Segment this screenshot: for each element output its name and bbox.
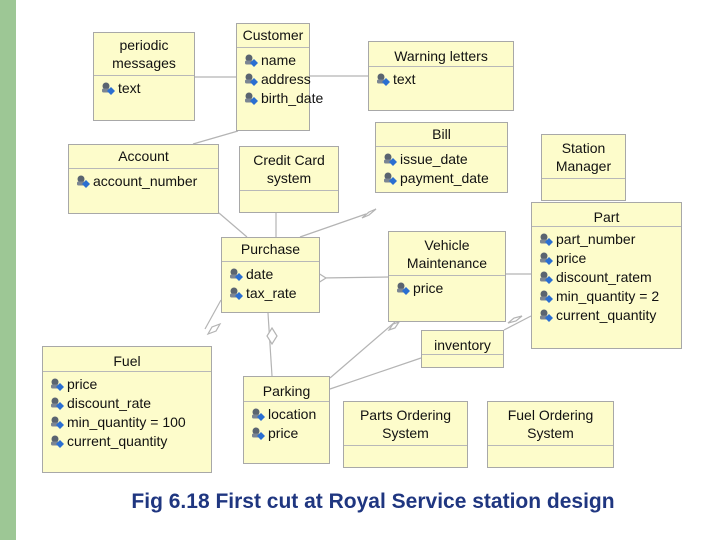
class-station-manager[interactable]: Station Manager (541, 134, 626, 201)
class-vehicle-maintenance[interactable]: Vehicle Maintenance price (388, 231, 506, 322)
attribute-key-icon (245, 73, 258, 86)
attribute-key-icon (245, 54, 258, 67)
attribute: price (395, 278, 505, 297)
attribute: text (100, 78, 194, 97)
attribute: issue_date (382, 149, 507, 168)
attribute: min_quantity = 2 (538, 286, 681, 305)
class-fuel-ordering-system[interactable]: Fuel Ordering System (487, 401, 614, 468)
attribute-key-icon (245, 92, 258, 105)
attribute-key-icon (51, 378, 64, 391)
class-account[interactable]: Account account_number (68, 144, 219, 214)
attribute-list: issue_date payment_date (376, 147, 507, 187)
aggregation-diamond-parking (266, 326, 278, 346)
class-customer[interactable]: Customer name address birth_date (236, 23, 323, 131)
class-name: periodic messages (94, 33, 194, 76)
attribute-list: name address birth_date (237, 48, 323, 107)
class-name: Account (69, 145, 218, 169)
attribute-key-icon (540, 252, 553, 265)
attribute-list: account_number (69, 169, 218, 190)
class-name: Parts Ordering System (344, 402, 467, 446)
class-name: Parking (244, 377, 329, 402)
attribute: price (250, 423, 329, 442)
class-warning-letters[interactable]: Warning letters text (368, 41, 514, 111)
attribute-key-icon (102, 82, 115, 95)
attribute-list: text (94, 76, 194, 97)
aggregation-diamond-bill (361, 208, 377, 219)
assoc-purchase-bill (299, 213, 367, 238)
class-name: Station Manager (542, 135, 625, 179)
class-periodic-messages[interactable]: periodic messages text (93, 32, 195, 121)
attribute: price (538, 248, 681, 267)
attribute-list: text (369, 67, 513, 88)
attribute-key-icon (51, 435, 64, 448)
class-part[interactable]: Part part_number price discount_ratem mi… (531, 202, 682, 349)
attribute-list: part_number price discount_ratem min_qua… (532, 227, 681, 324)
attribute: birth_date (243, 88, 323, 107)
class-name: Fuel Ordering System (488, 402, 613, 446)
attribute: current_quantity (49, 431, 211, 450)
attribute-key-icon (540, 271, 553, 284)
class-parking[interactable]: Parking location price (243, 376, 330, 464)
class-fuel[interactable]: Fuel price discount_rate min_quantity = … (42, 346, 212, 473)
assoc-inventory-parking (329, 357, 422, 390)
assoc-account-purchase (218, 212, 248, 238)
aggregation-diamond-fuel (206, 322, 222, 336)
attribute-list: date tax_rate (222, 262, 319, 302)
class-parts-ordering-system[interactable]: Parts Ordering System (343, 401, 468, 468)
class-name: Purchase (222, 238, 319, 262)
attribute-key-icon (51, 416, 64, 429)
attribute-key-icon (384, 153, 397, 166)
class-name: Customer (237, 24, 309, 48)
attribute-key-icon (252, 427, 265, 440)
attribute: location (250, 404, 329, 423)
attribute-key-icon (77, 175, 90, 188)
attribute-key-icon (384, 172, 397, 185)
class-name: Warning letters (369, 42, 513, 67)
attribute-key-icon (51, 397, 64, 410)
class-name: Bill (376, 123, 507, 147)
attribute-key-icon (252, 408, 265, 421)
attribute-list: location price (244, 402, 329, 442)
attribute-list: price (389, 276, 505, 297)
class-credit-card-system[interactable]: Credit Card system (239, 146, 339, 213)
class-name: Credit Card system (240, 147, 338, 191)
attribute-key-icon (397, 282, 410, 295)
class-purchase[interactable]: Purchase date tax_rate (221, 237, 320, 313)
attribute: discount_rate (49, 393, 211, 412)
class-bill[interactable]: Bill issue_date payment_date (375, 122, 508, 193)
figure-caption: Fig 6.18 First cut at Royal Service stat… (131, 490, 615, 513)
attribute: name (243, 50, 309, 69)
assoc-customer-bill (192, 130, 239, 145)
attribute: account_number (75, 171, 218, 190)
class-name: inventory (422, 331, 503, 355)
attribute: tax_rate (228, 283, 319, 302)
attribute-key-icon (540, 290, 553, 303)
attribute-key-icon (230, 268, 243, 281)
attribute: part_number (538, 229, 681, 248)
attribute: price (49, 374, 211, 393)
attribute-key-icon (540, 233, 553, 246)
class-name: Fuel (43, 347, 211, 372)
attribute-list: price discount_rate min_quantity = 100 c… (43, 372, 211, 450)
attribute: address (243, 69, 311, 88)
class-name: Vehicle Maintenance (389, 232, 505, 276)
class-name: Part (532, 203, 681, 227)
attribute: discount_ratem (538, 267, 681, 286)
attribute-key-icon (230, 287, 243, 300)
attribute: min_quantity = 100 (49, 412, 211, 431)
attribute-key-icon (377, 73, 390, 86)
attribute: date (228, 264, 319, 283)
attribute: payment_date (382, 168, 507, 187)
assoc-purchase-parking (267, 312, 273, 377)
attribute: current_quantity (538, 305, 681, 324)
attribute: text (375, 69, 513, 88)
attribute-key-icon (540, 309, 553, 322)
assoc-purchase-vehicle (319, 276, 390, 279)
class-inventory[interactable]: inventory (421, 330, 504, 368)
